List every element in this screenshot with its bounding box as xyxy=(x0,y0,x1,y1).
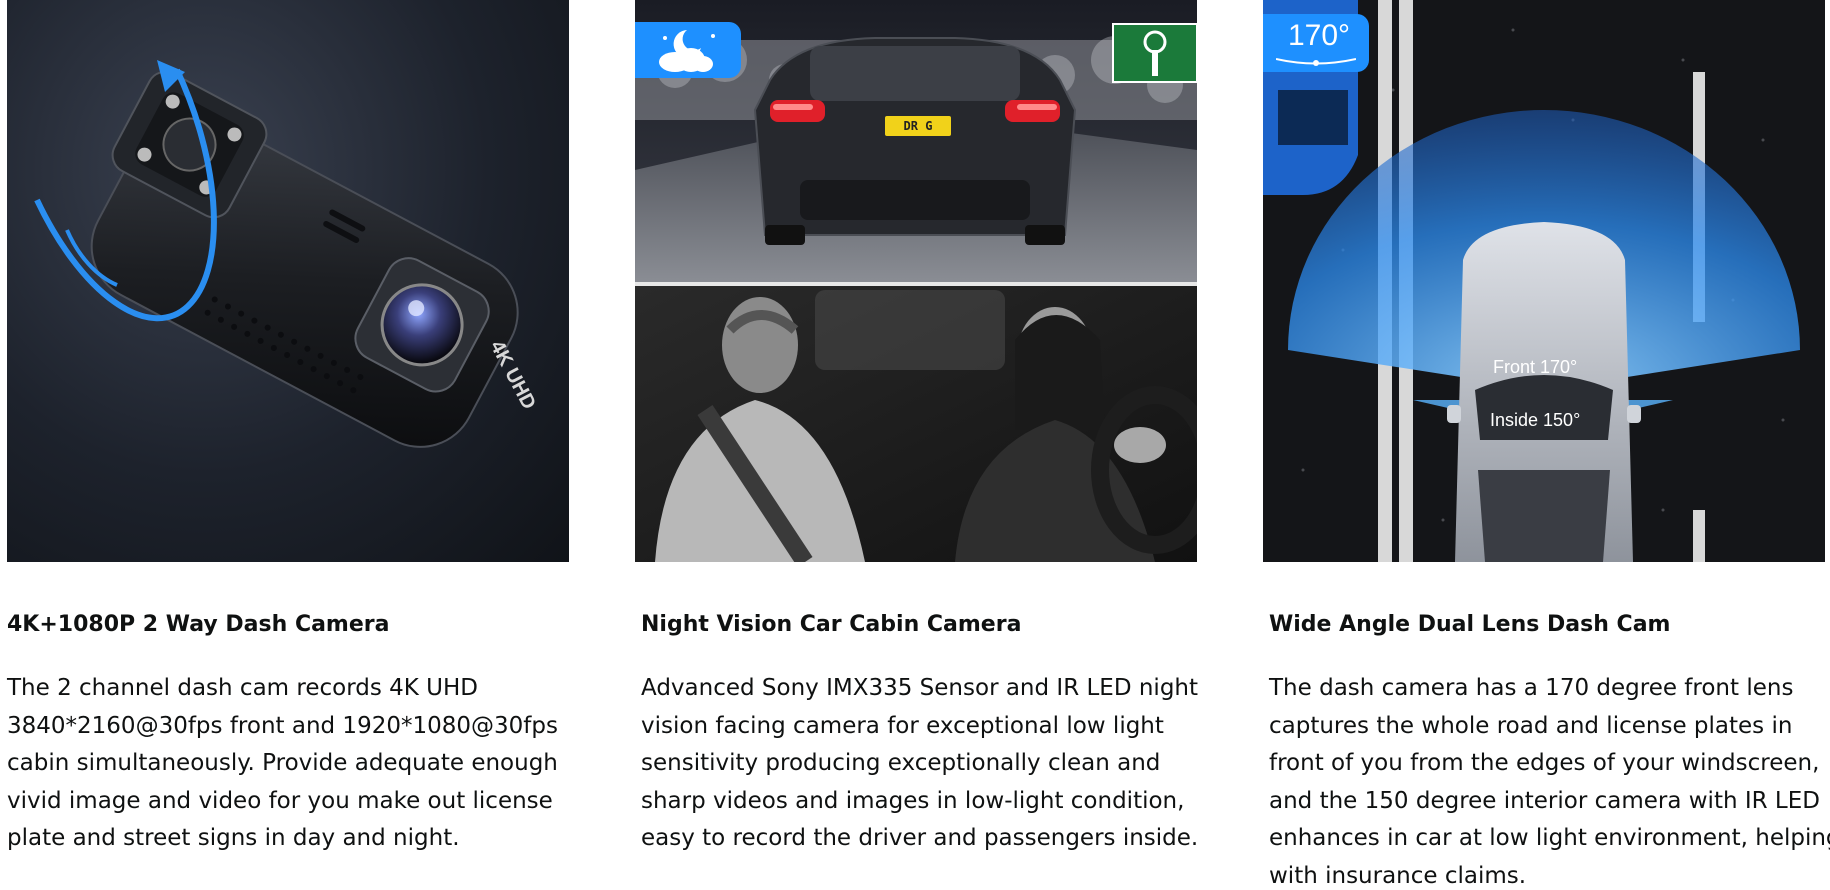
feature-title: Night Vision Car Cabin Camera xyxy=(641,612,1022,637)
feature-description: The 2 channel dash cam records 4K UHD 38… xyxy=(7,675,558,851)
license-plate-text: DR G xyxy=(903,119,933,133)
wide-angle-illustration xyxy=(1263,0,1825,562)
front-angle-label: Front 170° xyxy=(1493,357,1578,377)
dash-camera-image: 4K UHD xyxy=(7,0,569,562)
night-vision-image: DR G xyxy=(635,0,1197,562)
dash-camera-illustration: 4K UHD xyxy=(34,60,540,448)
angle-arc-icon xyxy=(1276,58,1356,66)
feature-title: 4K+1080P 2 Way Dash Camera xyxy=(7,612,390,637)
product-feature-section: 4K UHD 4K+1080P 2 Way Dash Camera The 2 … xyxy=(0,0,1830,890)
feature-card-dash-camera: 4K UHD 4K+1080P 2 Way Dash Camera The 2 … xyxy=(7,0,569,851)
angle-badge-text: 170° xyxy=(1287,19,1351,52)
wide-angle-image: 170° Front 170° Inside 150° xyxy=(1263,0,1825,562)
moon-cloud-icon xyxy=(659,30,715,72)
feature-description: The dash camera has a 170 degree front l… xyxy=(1269,675,1830,889)
feature-title: Wide Angle Dual Lens Dash Cam xyxy=(1269,612,1671,637)
feature-card-night-vision: DR G Night Vision Car Cabin Camera Advan… xyxy=(635,0,1198,851)
night-mode-badge xyxy=(635,22,741,78)
night-vision-illustration xyxy=(635,0,1197,562)
feature-description: Advanced Sony IMX335 Sensor and IR LED n… xyxy=(641,675,1199,851)
inside-angle-label: Inside 150° xyxy=(1490,410,1581,430)
feature-card-wide-angle: 170° Front 170° Inside 150° Wide Angle D… xyxy=(1263,0,1830,889)
angle-badge: 170° xyxy=(1263,14,1369,72)
camera-4k-badge: 4K UHD xyxy=(486,337,540,413)
